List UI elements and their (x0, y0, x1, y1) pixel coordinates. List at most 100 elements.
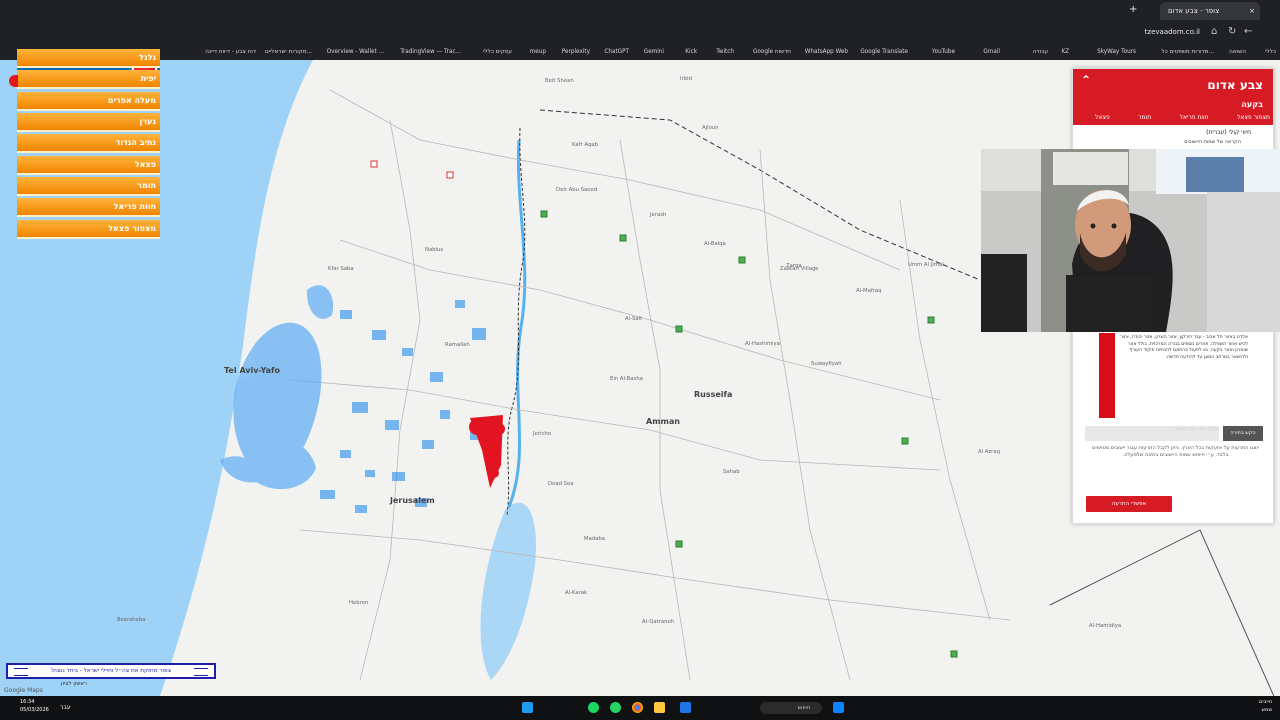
collapse-panel-icon[interactable]: ⌃ (1081, 73, 1091, 87)
support-idf-text: צופר מחזקת את צה״ל וחיילי ישראל - ביחד נ… (50, 668, 172, 674)
bookmark-kick[interactable]: Kick (685, 45, 697, 59)
voice-alert-description: הקראה של שמות היישובים (1184, 139, 1241, 145)
streamer-webcam (981, 149, 1280, 332)
taskbar-weather-line1: חייבים (1259, 699, 1272, 705)
bookmarks-bar: כללי השואה מדורות משפטים כל... SkyWay To… (0, 44, 1280, 60)
bookmark-meup[interactable]: meup (530, 45, 546, 59)
map-label-jerusalem: Jerusalem (390, 496, 435, 505)
alert-edge-marker (9, 75, 18, 87)
map-label-qatraneh: Al-Qatraneh (642, 619, 675, 625)
chrome-taskbar-icon[interactable] (632, 702, 643, 713)
browser-taskbar-icon[interactable] (680, 702, 691, 713)
map-label-jericho: Jericho (533, 431, 551, 437)
alert-settings-note: יוצגו התרעות על אזעקות בכל הארץ. ניתן לק… (1092, 445, 1259, 458)
map-label-russeifa: Russeifa (694, 390, 733, 399)
map-label-irbid: Irbid (680, 76, 692, 82)
bookmark-perplexity[interactable]: Perplexity (562, 45, 590, 59)
map-label-ramallah: Ramallah (445, 342, 470, 348)
close-tab-icon[interactable]: × (1249, 2, 1255, 20)
bookmark-wallet[interactable]: Overview - Wallet ... (327, 45, 384, 59)
taskbar-date: 05/03/2026 (20, 707, 49, 713)
address-bar[interactable]: tzevaadom.co.il (360, 24, 1200, 40)
bookmark-kz[interactable]: KZ (1061, 45, 1069, 59)
bookmark-business[interactable]: עסקים כללי (483, 45, 512, 59)
taskbar-clock: 16:34 05/03/2026 (20, 698, 49, 714)
map-label-kafr-aqab: Kafr Aqab (572, 142, 598, 148)
panel-location-tabs: מצפור פצאל חוות פריאל תומר פצאל (1095, 114, 1270, 121)
voice-alert-toggle[interactable]: חיווי קולי (עברית) (1206, 129, 1251, 136)
alert-row-maale-efraim[interactable]: מעלה אפרים (17, 92, 160, 111)
bookmark-tradingview[interactable]: TradingView — Trac... (400, 45, 461, 59)
map-label-beersheba: Beersheba (117, 617, 146, 623)
map-label-umm-al-jimal: Umm Al Jimal (908, 262, 944, 268)
alert-row-petzael[interactable]: פצאל (17, 156, 160, 175)
windows-taskbar: 16:34 05/03/2026 עבר חיפוש חייבים שמש (0, 696, 1280, 720)
alert-row-netiv-hagdud[interactable]: נתיב הגדוד (17, 134, 160, 153)
taskbar-time: 16:34 (20, 699, 35, 705)
map-label-karak: Al-Karak (565, 590, 588, 596)
alert-row-havat-priel[interactable]: חוות פריאל (17, 198, 160, 217)
bottom-location-label: ראשון לציון (61, 681, 88, 687)
bookmark-twitch[interactable]: Twitch (716, 45, 734, 59)
panel-title: צבע אדום (1207, 78, 1263, 92)
panel-tab-mitzpe-petzael[interactable]: מצפור פצאל (1237, 114, 1270, 121)
paypal-button[interactable]: PayPal (1194, 499, 1231, 510)
israel-flag-icon (14, 668, 28, 676)
settlement-select-button[interactable]: הקש בחירה (1223, 426, 1263, 441)
alert-row-galgal[interactable]: גלגל (17, 49, 160, 68)
taskbar-weather: חייבים שמש (1259, 698, 1272, 714)
bookmark-skyway[interactable]: SkyWay Tours (1097, 45, 1136, 59)
map-label-al-salt: Al-Salt (625, 316, 643, 322)
map-label-al-balqa: Al-Balqa (704, 241, 726, 247)
bookmark-fires[interactable]: מדורות משפטים כל... (1162, 45, 1215, 59)
alert-row-yafit[interactable]: יפית (17, 70, 160, 89)
app-taskbar-icon[interactable] (522, 702, 533, 713)
browser-tab-tzevaadom[interactable]: צופר - צבע אדום × (1160, 2, 1260, 20)
map-label-madaba: Madaba (584, 536, 606, 542)
support-alerts-button[interactable]: אפשרי התרעה (1086, 496, 1172, 512)
bookmark-israel-sources[interactable]: מקורות ישראליים... (265, 45, 312, 59)
map-label-kfar-saba: Kfar Saba (328, 266, 354, 272)
alert-row-mitzpe-petzael[interactable]: מצפור פצאל (17, 220, 160, 239)
map-label-ajloun: Ajloun (702, 125, 719, 131)
bookmark-whatsapp[interactable]: WhatsApp Web (805, 45, 848, 59)
taskbar-weather-line2: שמש (1261, 707, 1272, 713)
bookmark-gmail[interactable]: Gmail (983, 45, 1000, 59)
spotify-taskbar-icon[interactable] (588, 702, 599, 713)
bookmark-youtube[interactable]: YouTube (932, 45, 955, 59)
alert-row-tomer[interactable]: תומר (17, 177, 160, 196)
home-icon[interactable]: ⌂ (1211, 24, 1217, 40)
browser-window-top: צופר - צבע אדום × + ← ↻ ⌂ tzevaadom.co.i… (0, 0, 1280, 44)
map-label-beit-shean: Beit Shean (545, 78, 574, 84)
map-label-hashimiya: Al-Hashimiya (745, 341, 780, 347)
bookmark-holocaust[interactable]: השואה (1229, 45, 1246, 59)
new-tab-icon[interactable]: + (1129, 4, 1137, 15)
windows-start-icon[interactable] (833, 702, 844, 713)
map-label-hamidiya: Al-Hamidiya (1089, 623, 1122, 629)
bookmark-chatgpt[interactable]: ChatGPT (604, 45, 629, 59)
bookmark-google-news[interactable]: Google חדשות (753, 45, 791, 59)
back-icon[interactable]: ← (1244, 24, 1252, 40)
taskbar-search[interactable]: חיפוש (760, 702, 822, 714)
google-maps-attribution: Google Maps (4, 687, 43, 694)
panel-tab-petzael[interactable]: פצאל (1095, 114, 1110, 121)
map-label-dead-sea: Dead Sea (548, 481, 574, 487)
alert-row-naaran[interactable]: נערן (17, 113, 160, 132)
map-label-jerash: Jerash (650, 212, 667, 218)
bookmark-report[interactable]: דוח צבע - דיווח דיינה (205, 45, 256, 59)
left-alert-list: צופר - צבע אדום צ גלגל יפית מעלה אפרים נ… (17, 49, 160, 240)
support-idf-banner: צופר מחזקת את צה״ל וחיילי ישראל - ביחד נ… (6, 663, 216, 679)
panel-tab-tomer[interactable]: תומר (1138, 114, 1151, 121)
bookmark-work[interactable]: עבודה (1033, 45, 1048, 59)
bookmark-gemini[interactable]: Gemini (644, 45, 664, 59)
map-label-hebron: Hebron (349, 600, 369, 606)
settlement-search-input[interactable]: הקלד את שם היישוב (1085, 426, 1219, 441)
refresh-icon[interactable]: ↻ (1228, 24, 1236, 40)
bookmark-general[interactable]: כללי (1265, 45, 1276, 59)
folder-taskbar-icon[interactable] (654, 702, 665, 713)
alert-details-text: אלרט באזור תל אביב - עבר הירקון, אזור הש… (1099, 333, 1252, 418)
israel-flag-icon-right (194, 668, 208, 676)
panel-tab-havat-priel[interactable]: חוות פריאל (1180, 114, 1209, 121)
bookmark-translate[interactable]: Google Translate (860, 45, 908, 59)
whatsapp-taskbar-icon[interactable] (610, 702, 621, 713)
